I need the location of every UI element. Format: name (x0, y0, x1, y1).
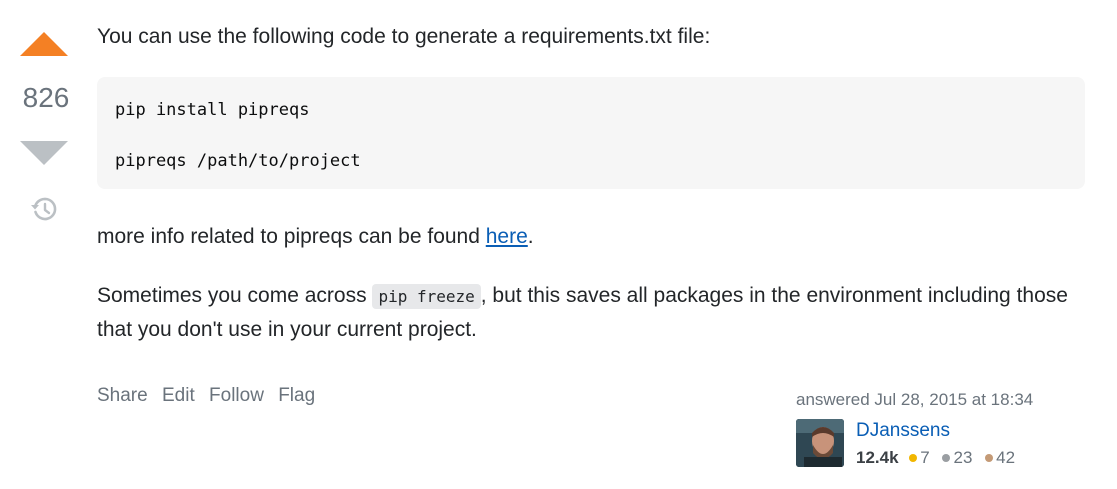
avatar[interactable] (796, 419, 844, 467)
reputation-score: 12.4k (856, 448, 899, 467)
bronze-badge-icon (985, 453, 994, 462)
vote-count: 826 (22, 82, 70, 113)
info-period: . (527, 225, 534, 248)
upvote-arrow-icon[interactable] (20, 32, 68, 56)
follow-link[interactable]: Follow (209, 385, 264, 406)
user-stats: 12.4k 7 23 42 (856, 448, 1023, 468)
here-link[interactable]: here (486, 225, 528, 248)
user-name-link[interactable]: DJanssens (856, 420, 950, 442)
gold-badges: 7 (909, 448, 930, 467)
downvote-arrow-icon[interactable] (20, 141, 68, 165)
pip-freeze-paragraph: Sometimes you come across pip freeze, bu… (97, 279, 1087, 346)
para3-text-start: Sometimes you come across (97, 284, 373, 307)
bronze-badge-count: 42 (996, 448, 1016, 467)
code-block: pip install pipreqs pipreqs /path/to/pro… (97, 77, 1085, 189)
answer-post: 826 You can use the following code to ge… (0, 0, 1117, 489)
answered-timestamp: answered Jul 28, 2015 at 18:34 (796, 390, 1034, 409)
user-card: answered Jul 28, 2015 at 18:34 DJanssens… (796, 390, 1096, 467)
edit-link[interactable]: Edit (162, 385, 195, 406)
share-link[interactable]: Share (97, 385, 148, 406)
silver-badge-icon (942, 453, 951, 462)
intro-text: You can use the following code to genera… (97, 25, 711, 48)
bronze-badges: 42 (985, 448, 1015, 467)
info-paragraph: more info related to pipreqs can be foun… (97, 220, 534, 253)
history-icon[interactable] (29, 194, 59, 224)
silver-badge-count: 23 (953, 448, 973, 467)
code-line: pipreqs /path/to/project (115, 151, 361, 171)
flag-link[interactable]: Flag (278, 385, 315, 406)
code-line: pip install pipreqs (115, 100, 310, 120)
silver-badges: 23 (942, 448, 972, 467)
gold-badge-count: 7 (920, 448, 930, 467)
inline-code: pip freeze (372, 284, 481, 309)
post-menu: Share Edit Follow Flag (97, 385, 324, 407)
info-text: more info related to pipreqs can be foun… (97, 225, 486, 248)
gold-badge-icon (909, 453, 918, 462)
